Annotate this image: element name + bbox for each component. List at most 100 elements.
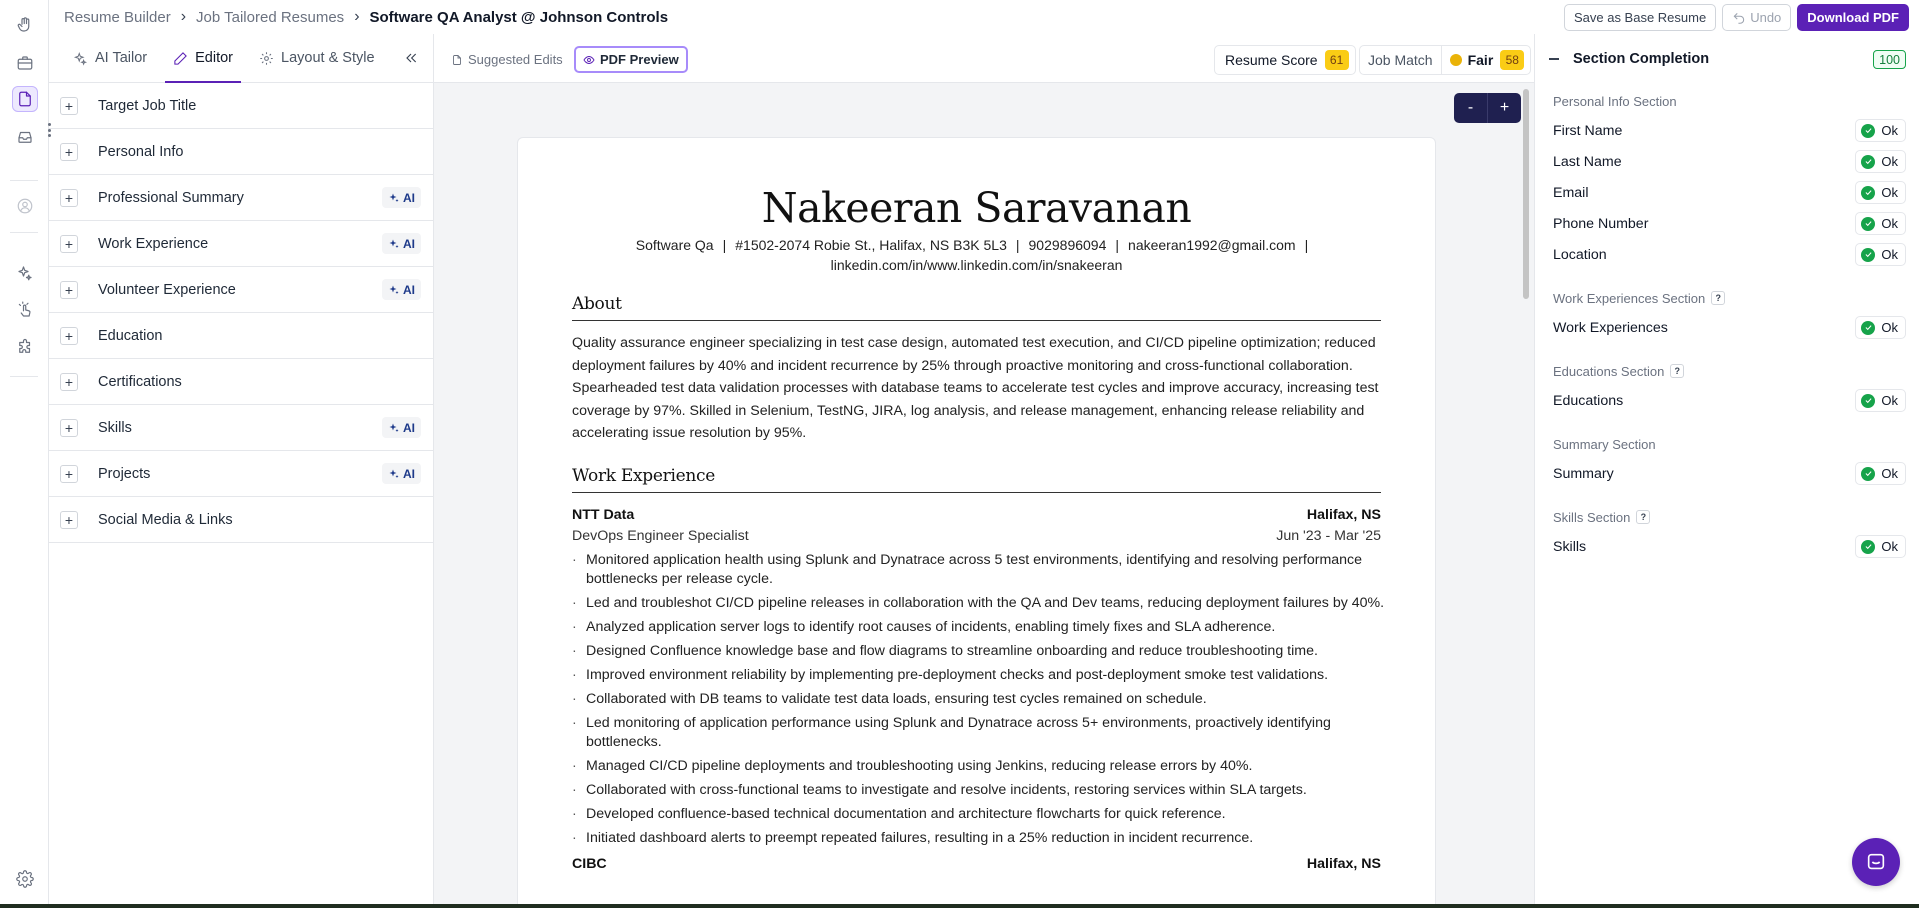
ok-label: Ok [1881,393,1898,408]
plus-icon[interactable]: + [60,142,78,161]
settings-icon[interactable] [12,866,38,892]
section-row[interactable]: + Work Experience AI [49,221,433,267]
help-icon[interactable]: ? [1670,364,1685,378]
tab-suggested-edits[interactable]: Suggested Edits [444,46,570,73]
collapse-panel-button[interactable] [403,50,419,66]
plus-icon[interactable]: + [60,418,78,437]
undo-button[interactable]: Undo [1722,4,1792,31]
chat-button[interactable] [1852,838,1900,886]
avatar-icon[interactable] [12,193,38,219]
bullet-text: Developed confluence-based technical doc… [586,805,1226,822]
section-row[interactable]: + Skills AI [49,405,433,451]
preview-area: Suggested Edits PDF Preview Resume Score… [434,34,1534,904]
plus-icon[interactable]: + [60,234,78,253]
section-row[interactable]: + Target Job Title [49,83,433,129]
tab-ai-tailor[interactable]: AI Tailor [65,34,155,82]
section-label: Skills [98,419,132,436]
tab-label: Editor [195,50,234,66]
help-icon[interactable]: ? [1636,510,1651,524]
touch-icon[interactable] [12,297,38,323]
job-match-score[interactable]: Job Match Fair 58 [1359,45,1532,75]
tab-layout-style[interactable]: Layout & Style [251,34,383,82]
section-row[interactable]: + Volunteer Experience AI [49,267,433,313]
puzzle-icon[interactable] [12,334,38,360]
tab-editor[interactable]: Editor [165,34,241,83]
bullet-text: Collaborated with DB teams to validate t… [586,690,1207,707]
completion-groups: Personal Info Section First Name Ok Last Na… [1535,93,1919,562]
preview-scrollbar[interactable] [1523,89,1529,299]
plus-icon[interactable]: + [60,280,78,299]
sparkle-icon [389,193,399,202]
section-label: Projects [98,465,151,482]
job-match-label: Job Match [1368,52,1433,68]
document-icon[interactable] [12,86,38,112]
zoom-controls: - + [1454,93,1521,123]
bullet-item: · Monitored application health using Splu… [572,551,1395,589]
sparkle-icon[interactable] [12,260,38,286]
collapse-icon[interactable] [1549,57,1559,60]
job-location: Halifax, NS [1306,506,1381,523]
undo-icon [1733,12,1745,24]
ok-status-badge: Ok [1855,181,1906,204]
check-circle-icon [1861,466,1876,481]
zoom-in-button[interactable]: + [1488,93,1521,123]
completion-item-label: Last Name [1553,153,1622,170]
bullet-item: · Collaborated with DB teams to validate … [572,690,1395,709]
ai-badge[interactable]: AI [382,187,421,208]
ai-badge[interactable]: AI [382,233,421,254]
rail-divider [10,232,38,233]
tab-pdf-preview[interactable]: PDF Preview [574,46,688,73]
bullet-text: Managed CI/CD pipeline deployments and t… [586,757,1253,774]
gear-icon [260,51,273,65]
status-dot [1449,54,1462,66]
plus-icon[interactable]: + [60,372,78,391]
tab-label: Suggested Edits [468,52,563,67]
breadcrumb-resume-builder[interactable]: Resume Builder [64,9,171,26]
section-row[interactable]: + Personal Info [49,129,433,175]
group-title-text: Summary Section [1553,436,1656,452]
save-base-resume-button[interactable]: Save as Base Resume [1563,4,1717,31]
plus-icon[interactable]: + [60,188,78,207]
inbox-icon[interactable] [12,124,38,150]
plus-icon[interactable]: + [60,510,78,529]
check-circle-icon [1861,123,1876,138]
section-row[interactable]: + Projects AI [49,451,433,497]
completion-group-title: Educations Section? [1535,363,1919,379]
zoom-out-button[interactable]: - [1454,93,1488,123]
resume-score[interactable]: Resume Score 61 [1214,45,1356,75]
breadcrumb-job-tailored[interactable]: Job Tailored Resumes [196,9,344,26]
chat-icon [1867,853,1885,870]
section-row[interactable]: + Professional Summary AI [49,175,433,221]
download-pdf-button[interactable]: Download PDF [1797,4,1909,31]
help-icon[interactable]: ? [1711,291,1726,305]
hand-icon[interactable] [12,12,38,38]
ai-badge-label: AI [403,420,415,435]
plus-icon[interactable]: + [60,326,78,345]
check-icon [1865,221,1872,227]
ai-badge[interactable]: AI [382,417,421,438]
ai-badge-label: AI [403,282,415,297]
bullet-dot: · [572,714,577,731]
breadcrumb-current: Software QA Analyst @ Johnson Controls [369,8,669,26]
section-row[interactable]: + Social Media & Links [49,497,433,543]
job-bullets: · Monitored application health using Splu… [572,551,1395,848]
briefcase-icon[interactable] [12,50,38,76]
job-title: DevOps Engineer Specialist [572,527,749,544]
section-row[interactable]: + Education [49,313,433,359]
bullet-dot: · [572,594,577,611]
eye-icon [583,55,595,64]
bullet-dot: · [572,781,577,798]
ok-label: Ok [1881,466,1898,481]
plus-icon[interactable]: + [60,464,78,483]
ai-badge[interactable]: AI [382,463,421,484]
plus-icon[interactable]: + [60,96,78,115]
completion-header[interactable]: Section Completion 100 [1535,34,1919,83]
job-location: Halifax, NS [1306,855,1381,872]
contact-address: #1502-2074 Robie St., Halifax, NS B3K 5L… [735,237,1007,253]
completion-item-label: Work Experiences [1553,319,1668,336]
ok-label: Ok [1881,247,1898,262]
ok-status-badge: Ok [1855,119,1906,142]
ai-badge[interactable]: AI [382,279,421,300]
group-title-text: Skills Section [1553,509,1631,525]
section-row[interactable]: + Certifications [49,359,433,405]
